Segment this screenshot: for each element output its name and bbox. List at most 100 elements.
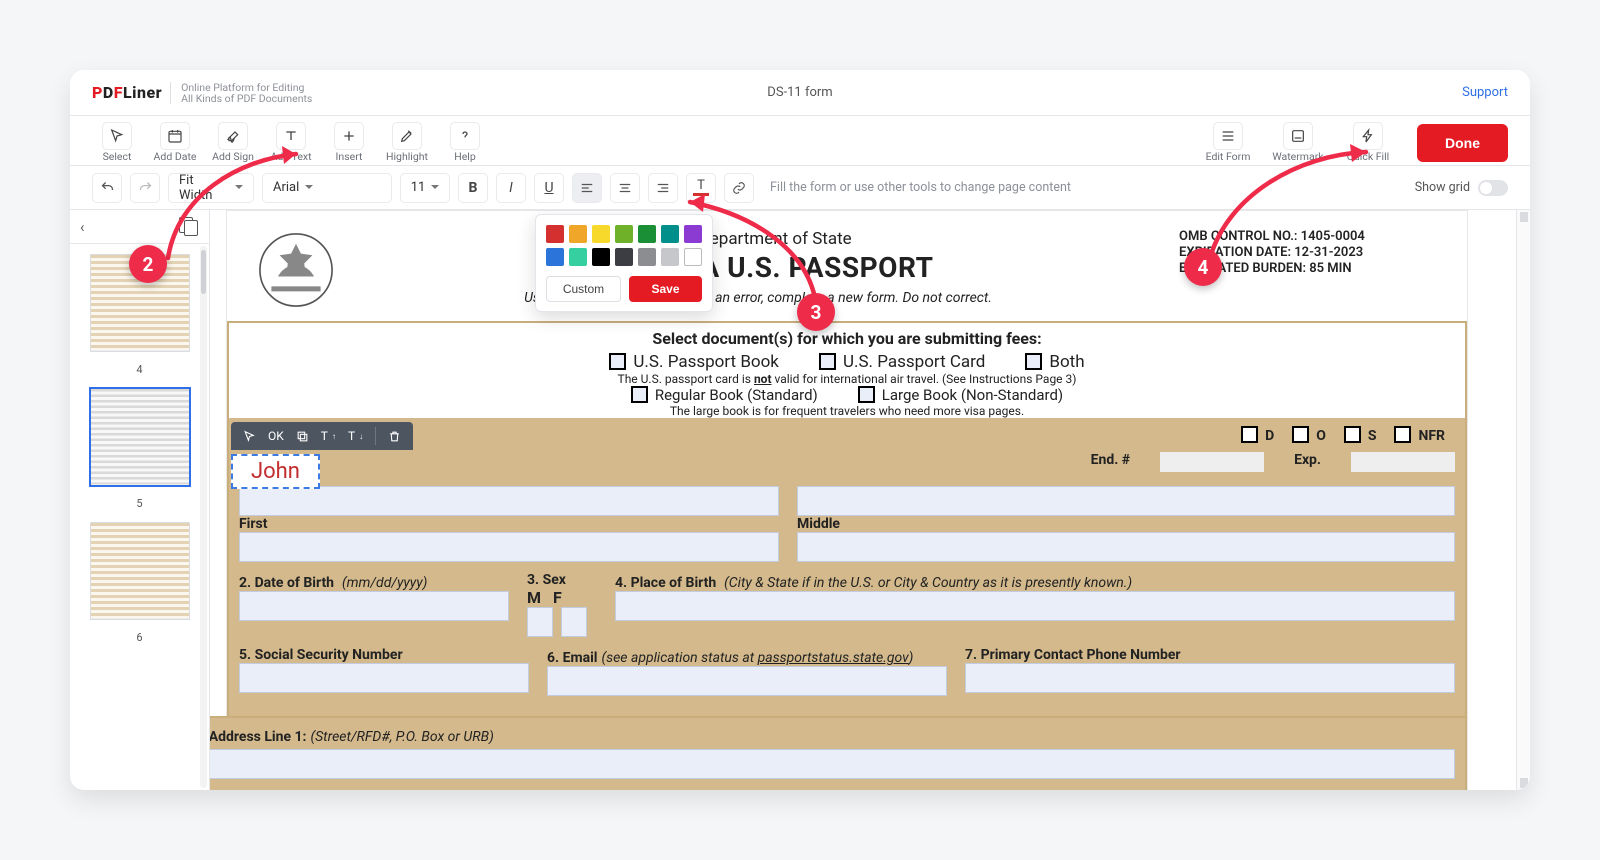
color-swatch[interactable]: [569, 225, 587, 243]
tool-add-date[interactable]: Add Date: [150, 122, 200, 163]
canvas-scrollbar[interactable]: [1516, 210, 1530, 790]
zoom-select[interactable]: Fit Width: [168, 173, 254, 203]
color-popover: Custom Save: [535, 214, 713, 312]
thumbnail-list[interactable]: 4 5 6: [70, 244, 209, 790]
first-name-field-2[interactable]: [239, 532, 779, 562]
color-swatch[interactable]: [592, 225, 610, 243]
sidebar-collapse[interactable]: ‹: [80, 218, 85, 236]
page-viewport[interactable]: Custom Save U.S. Department of Sta: [210, 210, 1516, 790]
edit-bigger-icon[interactable]: T↑: [321, 429, 336, 443]
edit-copy-icon[interactable]: [296, 430, 309, 443]
checkbox[interactable]: [1025, 353, 1042, 370]
email-field[interactable]: [547, 666, 947, 696]
middle-name-field-2[interactable]: [797, 532, 1455, 562]
thumb-label: 6: [80, 626, 199, 656]
done-button[interactable]: Done: [1417, 124, 1508, 162]
pages-icon[interactable]: [179, 217, 199, 237]
text-icon: [276, 122, 306, 150]
color-swatch[interactable]: [569, 248, 587, 266]
edit-smaller-icon[interactable]: T↓: [348, 429, 363, 443]
undo-button[interactable]: [92, 173, 122, 203]
middle-name-field[interactable]: [797, 486, 1455, 516]
page-thumbnail[interactable]: [90, 388, 190, 486]
color-swatch[interactable]: [615, 225, 633, 243]
pob-field[interactable]: [615, 591, 1455, 621]
show-grid-toggle[interactable]: Show grid: [1415, 180, 1508, 196]
mailing-address-field[interactable]: [210, 749, 1455, 779]
toolbar-left-group: Select Add Date Add Sign Add Text: [92, 122, 490, 163]
tool-edit-form[interactable]: Edit Form: [1197, 122, 1259, 163]
text-color-button[interactable]: T: [686, 173, 716, 203]
calendar-icon: [160, 122, 190, 150]
align-right-button[interactable]: [648, 173, 678, 203]
support-link[interactable]: Support: [1462, 85, 1508, 100]
edit-select-icon[interactable]: [243, 430, 256, 443]
color-swatch[interactable]: [638, 248, 656, 266]
edit-delete-icon[interactable]: [388, 430, 401, 443]
color-swatch[interactable]: [592, 248, 610, 266]
font-select[interactable]: Arial: [262, 173, 392, 203]
color-swatch[interactable]: [615, 248, 633, 266]
align-center-button[interactable]: [610, 173, 640, 203]
document-title: DS-11 form: [70, 85, 1530, 100]
color-swatch[interactable]: [684, 248, 702, 266]
office-strip: D O S NFR: [229, 418, 1465, 452]
checkbox[interactable]: [858, 386, 875, 403]
page-thumbnail[interactable]: [90, 522, 190, 620]
sex-m-field[interactable]: [527, 607, 553, 637]
tool-add-text[interactable]: Add Text: [266, 122, 316, 163]
checkbox[interactable]: [631, 386, 648, 403]
highlighter-icon: [392, 122, 422, 150]
checkbox[interactable]: [1394, 426, 1411, 443]
checkbox[interactable]: [1292, 426, 1309, 443]
underline-button[interactable]: U: [534, 173, 564, 203]
custom-color-button[interactable]: Custom: [546, 276, 621, 302]
callout-3: 3: [797, 293, 835, 331]
sidebar-scrollbar[interactable]: [200, 246, 207, 788]
tool-highlight[interactable]: Highlight: [382, 122, 432, 163]
edit-ok[interactable]: OK: [268, 429, 284, 443]
link-button[interactable]: [724, 173, 754, 203]
checkbox[interactable]: [1241, 426, 1258, 443]
tool-insert[interactable]: Insert: [324, 122, 374, 163]
tool-watermark[interactable]: Watermark: [1267, 122, 1329, 163]
exp-field[interactable]: [1351, 452, 1455, 472]
text-edit-toolbar: OK T↑ T↓: [231, 422, 413, 450]
tool-quick-fill[interactable]: Quick Fill: [1337, 122, 1399, 163]
signature-icon: [218, 122, 248, 150]
fine-text: The U.S. passport card is not valid for …: [229, 372, 1465, 386]
checkbox[interactable]: [609, 353, 626, 370]
toolbar-right-group: Edit Form Watermark Quick Fill: [1197, 122, 1399, 163]
redo-button[interactable]: [130, 173, 160, 203]
font-size-select[interactable]: 11: [400, 173, 450, 203]
color-swatch[interactable]: [661, 248, 679, 266]
sex-f-field[interactable]: [561, 607, 587, 637]
color-swatch[interactable]: [638, 225, 656, 243]
callout-4: 4: [1184, 248, 1222, 286]
color-swatch[interactable]: [546, 225, 564, 243]
tool-help[interactable]: Help: [440, 122, 490, 163]
dob-field[interactable]: [239, 591, 509, 621]
phone-field[interactable]: [965, 663, 1455, 693]
color-swatch[interactable]: [546, 248, 564, 266]
ssn-field[interactable]: [239, 663, 529, 693]
document-canvas: Custom Save U.S. Department of Sta: [210, 210, 1530, 790]
save-color-button[interactable]: Save: [629, 276, 702, 302]
tool-add-sign[interactable]: Add Sign: [208, 122, 258, 163]
thumb-label: 4: [80, 358, 199, 388]
checkbox[interactable]: [1344, 426, 1361, 443]
first-name-field[interactable]: [239, 486, 779, 516]
work-area: ‹ 4 5 6: [70, 210, 1530, 790]
thumb-label: 5: [80, 492, 199, 522]
end-number-field[interactable]: [1160, 452, 1264, 472]
italic-button[interactable]: I: [496, 173, 526, 203]
checkbox[interactable]: [819, 353, 836, 370]
document-page: U.S. Department of State ION FOR A U.S. …: [226, 210, 1468, 790]
bold-button[interactable]: B: [458, 173, 488, 203]
color-swatch[interactable]: [684, 225, 702, 243]
watermark-icon: [1283, 122, 1313, 150]
color-swatch[interactable]: [661, 225, 679, 243]
text-input-box[interactable]: John: [231, 454, 320, 489]
align-left-button[interactable]: [572, 173, 602, 203]
tool-select[interactable]: Select: [92, 122, 142, 163]
